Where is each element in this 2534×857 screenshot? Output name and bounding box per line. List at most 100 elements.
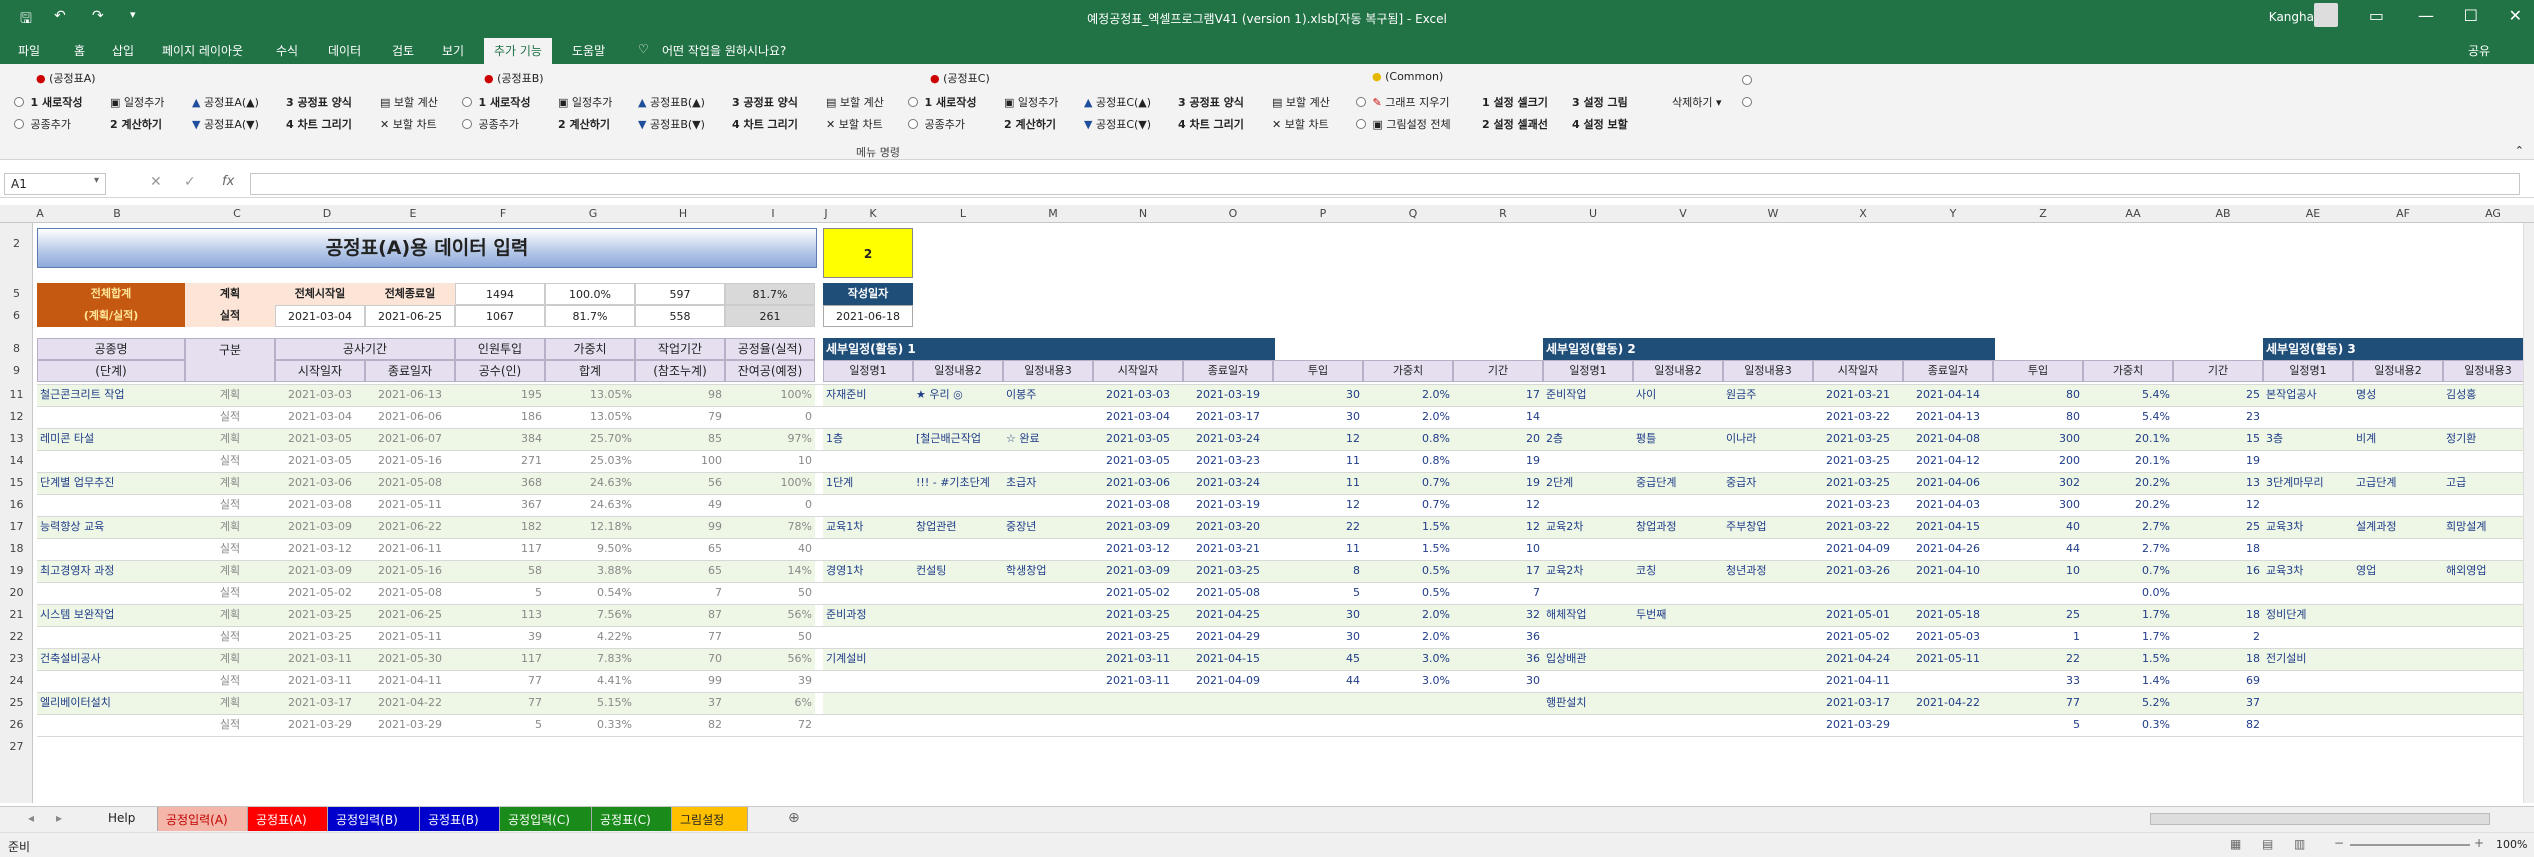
detail2-actual-cell[interactable]: 2 [2173,626,2263,648]
detail3-plan-cell[interactable]: 정비단계 [2263,604,2353,626]
row-header[interactable]: 23 [0,652,33,665]
detail3-actual-cell[interactable] [2353,538,2443,560]
detail1-actual-cell[interactable] [1003,450,1093,472]
actual-cell[interactable]: 2021-03-12 [275,538,365,560]
tab-formulas[interactable]: 수식 [276,42,298,59]
k-value-cell[interactable]: 2 [823,228,913,278]
actual-cell[interactable]: 2021-03-05 [275,450,365,472]
detail3-plan-cell[interactable]: 본작업공사 [2263,384,2353,406]
detail3-actual-cell[interactable] [2263,538,2353,560]
detail3-actual-cell[interactable] [2443,450,2523,472]
detail3-plan-cell[interactable] [2443,648,2523,670]
detail2-plan-cell[interactable]: 13 [2173,472,2263,494]
detail2-actual-cell[interactable] [1993,582,2083,604]
detail1-plan-cell[interactable]: 교육1차 [823,516,913,538]
radio-icon[interactable] [1742,74,1755,87]
column-header[interactable]: X [1848,207,1878,220]
actual-cell[interactable]: 2021-05-16 [365,450,455,472]
actual-cell[interactable]: 99 [635,670,725,692]
radio-icon[interactable] [1742,96,1755,109]
row-header[interactable]: 9 [0,364,33,377]
detail3-actual-cell[interactable] [2443,670,2523,692]
detail3-plan-cell[interactable] [2353,604,2443,626]
column-header[interactable]: F [488,207,518,220]
detail2-actual-cell[interactable]: 44 [1993,538,2083,560]
detail2-plan-cell[interactable]: 5.4% [2083,384,2173,406]
detail1-actual-cell[interactable]: 44 [1273,670,1363,692]
actual-cell[interactable]: 4.22% [545,626,635,648]
detail2-plan-cell[interactable]: 코칭 [1633,560,1723,582]
row-header[interactable]: 14 [0,454,33,467]
detail2-plan-cell[interactable]: 사이 [1633,384,1723,406]
detail2-plan-cell[interactable] [1723,648,1813,670]
task-name-blank[interactable] [37,626,185,648]
column-header[interactable]: AG [2478,207,2508,220]
btn-a-add-type[interactable]: 공종추가 [14,116,71,132]
detail1-plan-cell[interactable]: 0.5% [1363,560,1453,582]
detail2-actual-cell[interactable] [2173,582,2263,604]
actual-cell[interactable]: 40 [725,538,815,560]
plan-cell[interactable]: 2021-03-06 [275,472,365,494]
actual-cell[interactable]: 367 [455,494,545,516]
row-header[interactable]: 27 [0,740,33,753]
detail2-actual-cell[interactable]: 200 [1993,450,2083,472]
actual-cell[interactable]: 100 [635,450,725,472]
detail1-actual-cell[interactable] [1183,714,1273,736]
actual-cell[interactable]: 7 [635,582,725,604]
detail1-actual-cell[interactable]: 2021-04-29 [1183,626,1273,648]
tab-view[interactable]: 보기 [442,42,464,59]
plan-cell[interactable]: 100% [725,472,815,494]
plan-cell[interactable]: 56 [635,472,725,494]
detail2-plan-cell[interactable]: 2021-03-25 [1813,472,1903,494]
detail1-actual-cell[interactable] [823,714,913,736]
detail1-actual-cell[interactable] [913,450,1003,472]
detail2-plan-cell[interactable]: 20.2% [2083,472,2173,494]
column-header[interactable]: I [758,207,788,220]
detail2-plan-cell[interactable]: 2021-04-15 [1903,516,1993,538]
actual-cell[interactable]: 5 [455,714,545,736]
column-header[interactable]: H [668,207,698,220]
detail1-plan-cell[interactable]: 20 [1453,428,1543,450]
btn-clear-graph[interactable]: ✎ 그래프 지우기 [1356,94,1449,110]
detail2-actual-cell[interactable]: 2021-05-03 [1903,626,1993,648]
detail2-plan-cell[interactable]: 0.7% [2083,560,2173,582]
detail2-plan-cell[interactable]: 2.7% [2083,516,2173,538]
share-button[interactable]: 공유 [2468,42,2490,59]
detail2-plan-cell[interactable]: 2021-04-14 [1903,384,1993,406]
plan-cell[interactable]: 2021-03-25 [275,604,365,626]
detail1-plan-cell[interactable] [1003,648,1093,670]
plan-cell[interactable]: 85 [635,428,725,450]
actual-cell[interactable]: 2021-05-02 [275,582,365,604]
detail1-plan-cell[interactable]: 22 [1273,516,1363,538]
detail2-plan-cell[interactable]: 청년과정 [1723,560,1813,582]
detail3-plan-cell[interactable] [2353,692,2443,714]
detail2-actual-cell[interactable] [1543,670,1633,692]
btn-a-new[interactable]: 1 새로작성 [14,94,82,110]
detail2-plan-cell[interactable]: 10 [1993,560,2083,582]
row-header[interactable]: 24 [0,674,33,687]
detail2-actual-cell[interactable]: 19 [2173,450,2263,472]
task-name-blank[interactable] [37,494,185,516]
detail2-actual-cell[interactable]: 80 [1993,406,2083,428]
actual-cell[interactable]: 49 [635,494,725,516]
page-break-icon[interactable]: ▥ [2294,837,2305,851]
detail1-plan-cell[interactable] [913,692,1003,714]
actual-cell[interactable]: 13.05% [545,406,635,428]
row-header[interactable]: 26 [0,718,33,731]
avatar[interactable] [2314,3,2338,27]
column-header[interactable]: W [1758,207,1788,220]
column-header[interactable]: K [858,207,888,220]
detail3-actual-cell[interactable] [2263,670,2353,692]
btn-b-add-schedule[interactable]: ▣ 일정추가 [558,94,612,110]
plan-cell[interactable]: 2021-03-09 [275,560,365,582]
btn-c-up[interactable]: ▲ 공정표C(▲) [1084,94,1151,110]
detail3-plan-cell[interactable]: 고급단계 [2353,472,2443,494]
task-name[interactable]: 철근콘크리트 작업 [37,384,185,406]
btn-c-new[interactable]: 1 새로작성 [908,94,976,110]
column-header[interactable]: E [398,207,428,220]
page-layout-icon[interactable]: ▤ [2262,837,2273,851]
detail2-actual-cell[interactable] [1723,626,1813,648]
actual-cell[interactable]: 50 [725,626,815,648]
detail1-actual-cell[interactable] [913,582,1003,604]
detail1-plan-cell[interactable]: 36 [1453,648,1543,670]
